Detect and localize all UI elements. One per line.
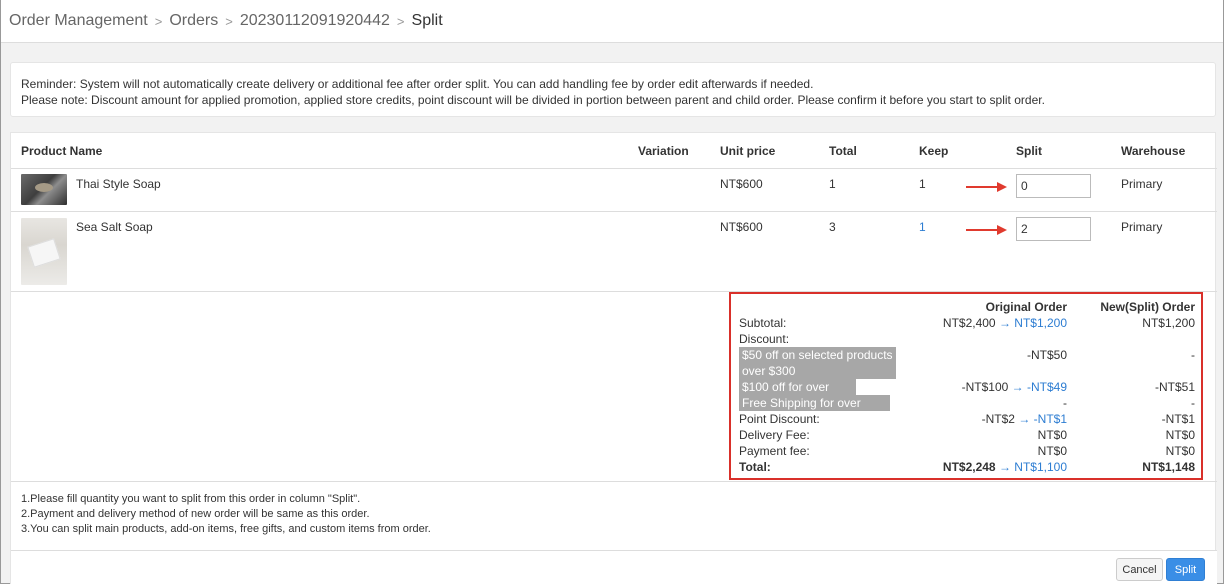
summary-promo-1: -NT$50 - xyxy=(731,347,1201,363)
arrow-right-icon: → xyxy=(998,460,1011,474)
subtotal-new: NT$1,200 xyxy=(1142,316,1195,330)
header-warehouse: Warehouse xyxy=(1121,144,1186,158)
reminder-line-2: Please note: Discount amount for applied… xyxy=(21,93,1045,107)
subtotal-original: NT$2,400 → NT$1,200 xyxy=(943,315,1067,331)
product-thumbnail xyxy=(21,174,67,205)
product-thumbnail xyxy=(21,218,67,285)
payment-fee-original: NT$0 xyxy=(1037,444,1067,458)
subtotal-original-to: NT$1,200 xyxy=(1014,316,1067,330)
summary-col-new: New(Split) Order xyxy=(1100,300,1195,314)
summary-delivery-fee: Delivery Fee: NT$0 NT$0 xyxy=(731,427,1201,443)
delivery-fee-original: NT$0 xyxy=(1037,428,1067,442)
promo-original: -NT$50 xyxy=(1026,348,1067,362)
discount-label: Discount: xyxy=(739,332,790,346)
summary-promo-2: -NT$100 → -NT$49 -NT$51 xyxy=(731,379,1201,395)
total-new: NT$1,148 xyxy=(1142,460,1195,474)
promo-original: - xyxy=(1063,396,1067,410)
table-row: Sea Salt Soap NT$600 3 1 Primary xyxy=(11,212,1217,292)
summary-total: Total: NT$2,248 → NT$1,100 NT$1,148 xyxy=(731,459,1201,475)
summary-header: Original Order New(Split) Order xyxy=(731,299,1201,315)
point-discount-label: Point Discount: xyxy=(739,412,820,426)
breadcrumb-current: Split xyxy=(411,12,443,29)
payment-fee-label: Payment fee: xyxy=(739,444,810,458)
product-unit-price: NT$600 xyxy=(720,177,763,191)
split-summary: Original Order New(Split) Order Subtotal… xyxy=(729,292,1203,480)
total-original-from: NT$2,248 xyxy=(942,460,996,474)
promo-new: - xyxy=(1191,396,1195,410)
chevron-right-icon: > xyxy=(396,13,405,29)
promo-original-from: -NT$100 xyxy=(961,380,1009,394)
summary-promo-3: - - xyxy=(731,395,1201,411)
split-button[interactable]: Split xyxy=(1166,558,1205,581)
point-discount-new: -NT$1 xyxy=(1161,412,1195,426)
point-original-from: -NT$2 xyxy=(981,412,1015,426)
arrow-right-icon: → xyxy=(1011,380,1024,394)
point-original-to: -NT$1 xyxy=(1033,412,1067,426)
summary-col-original: Original Order xyxy=(985,300,1067,314)
breadcrumb: Order Management > Orders > 202301120919… xyxy=(1,0,1223,43)
action-bar: Cancel Split xyxy=(11,550,1217,584)
promo-original-to: -NT$49 xyxy=(1026,380,1067,394)
instruction-line: 2.Payment and delivery method of new ord… xyxy=(21,508,370,520)
payment-fee-new: NT$0 xyxy=(1165,444,1195,458)
arrow-right-icon: → xyxy=(1018,412,1031,426)
promo-label-line: over $300 xyxy=(742,364,796,378)
delivery-fee-new: NT$0 xyxy=(1165,428,1195,442)
breadcrumb-order-number[interactable]: 20230112091920442 xyxy=(240,12,390,30)
promo-new: - xyxy=(1191,348,1195,362)
split-quantity-input[interactable] xyxy=(1016,217,1091,241)
product-warehouse: Primary xyxy=(1121,177,1163,191)
product-warehouse: Primary xyxy=(1121,220,1163,234)
total-original: NT$2,248 → NT$1,100 xyxy=(943,459,1067,475)
header-total: Total xyxy=(829,144,857,158)
header-product-name: Product Name xyxy=(21,144,103,158)
product-total: 1 xyxy=(829,177,836,191)
summary-discount: Discount: xyxy=(731,331,1201,347)
product-total: 3 xyxy=(829,220,836,234)
table-header: Product Name Variation Unit price Total … xyxy=(11,133,1217,169)
header-unit-price: Unit price xyxy=(720,144,776,158)
chevron-right-icon: > xyxy=(225,13,233,29)
reminder-line-1: Reminder: System will not automatically … xyxy=(21,77,814,91)
promo-original: -NT$100 → -NT$49 xyxy=(962,379,1067,395)
split-order-window: Order Management > Orders > 202301120919… xyxy=(0,0,1224,584)
total-original-to: NT$1,100 xyxy=(1014,460,1067,474)
total-label: Total: xyxy=(739,460,771,474)
subtotal-label: Subtotal: xyxy=(739,316,787,330)
table-row: Thai Style Soap NT$600 1 1 Primary xyxy=(11,169,1217,212)
instruction-line: 1.Please fill quantity you want to split… xyxy=(21,493,361,505)
header-variation: Variation xyxy=(638,144,689,158)
arrow-right-icon: → xyxy=(998,316,1011,330)
instruction-line: 3.You can split main products, add-on it… xyxy=(21,523,431,535)
breadcrumb-order-management[interactable]: Order Management xyxy=(9,12,148,30)
product-name[interactable]: Sea Salt Soap xyxy=(76,220,153,234)
red-arrow-icon xyxy=(966,225,1007,235)
red-arrow-icon xyxy=(966,182,1007,192)
summary-subtotal: Subtotal: NT$2,400 → NT$1,200 NT$1,200 xyxy=(731,315,1201,331)
split-quantity-input[interactable] xyxy=(1016,174,1091,198)
summary-payment-fee: Payment fee: NT$0 NT$0 xyxy=(731,443,1201,459)
product-unit-price: NT$600 xyxy=(720,220,763,234)
delivery-fee-label: Delivery Fee: xyxy=(739,428,810,442)
product-keep: 1 xyxy=(919,177,926,191)
header-keep: Keep xyxy=(919,144,949,158)
chevron-right-icon: > xyxy=(154,13,163,29)
header-split: Split xyxy=(1016,144,1042,158)
product-name[interactable]: Thai Style Soap xyxy=(76,177,161,191)
cancel-button[interactable]: Cancel xyxy=(1116,558,1163,581)
promo-new: -NT$51 xyxy=(1154,380,1195,394)
breadcrumb-orders[interactable]: Orders xyxy=(169,12,218,30)
split-panel: Product Name Variation Unit price Total … xyxy=(10,132,1217,584)
summary-point-discount: Point Discount: -NT$2 → -NT$1 -NT$1 xyxy=(731,411,1201,427)
point-discount-original: -NT$2 → -NT$1 xyxy=(982,411,1067,427)
product-keep: 1 xyxy=(919,220,926,234)
reminder-box: Reminder: System will not automatically … xyxy=(10,62,1216,117)
subtotal-original-from: NT$2,400 xyxy=(942,316,996,330)
split-instructions: 1.Please fill quantity you want to split… xyxy=(11,481,1217,550)
